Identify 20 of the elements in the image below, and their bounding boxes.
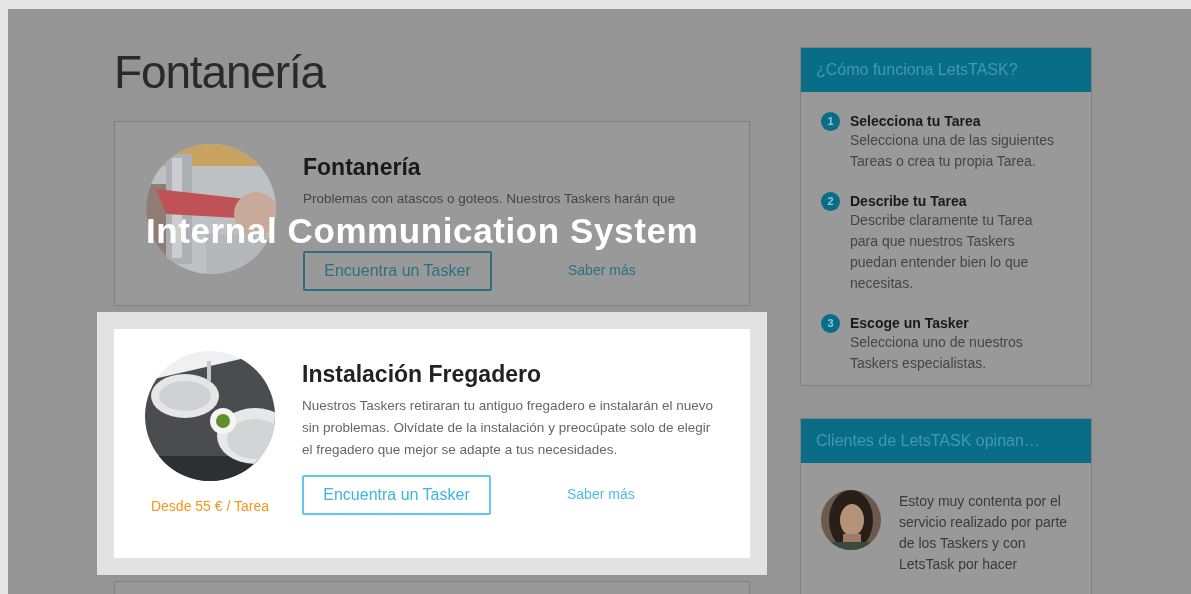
step-number: 3 xyxy=(821,314,840,333)
step-number: 1 xyxy=(821,112,840,131)
step-title: Describe tu Tarea xyxy=(850,192,968,210)
step-text: Describe claramente tu Tarea para que nuestros Taskers puedan entender bien lo que necesitas. xyxy=(850,211,1034,293)
more-link[interactable]: Saber más xyxy=(567,484,635,505)
step-title: Escoge un Tasker xyxy=(850,314,970,332)
service-title: Instalación Fregadero xyxy=(302,360,542,389)
find-tasker-button[interactable]: Encuentra un Tasker xyxy=(302,474,491,515)
testimonial-text: Estoy muy contenta por el servicio realizado por parte de los Taskers y con LetsTask por hacer xyxy=(899,492,1069,575)
step-text: Selecciona una de las siguientes Tareas o crea tu propia Tarea. xyxy=(850,131,1055,171)
step-number: 2 xyxy=(821,192,840,211)
service-title: Fontanería xyxy=(303,153,422,182)
service-description: Nuestros Taskers retiraran tu antiguo fregadero e instalarán el nuevo sin problemas. Olvídate de la instalación y preocúpate solo de elegir el fregadero que mejor se adapte a tus necesidades. xyxy=(302,396,714,459)
step-title: Selecciona tu Tarea xyxy=(850,112,982,130)
step-text: Selecciona uno de nuestros Taskers especialistas. xyxy=(850,333,1024,373)
more-link[interactable]: Saber más xyxy=(568,260,636,281)
find-tasker-button[interactable]: Encuentra un Tasker xyxy=(303,250,492,291)
service-description: Problemas con atascos o goteos. Nuestros Taskers harán que xyxy=(303,189,676,208)
price-text: Desde 55 € / Tarea xyxy=(150,497,269,516)
page-title: Fontanería xyxy=(114,49,327,95)
